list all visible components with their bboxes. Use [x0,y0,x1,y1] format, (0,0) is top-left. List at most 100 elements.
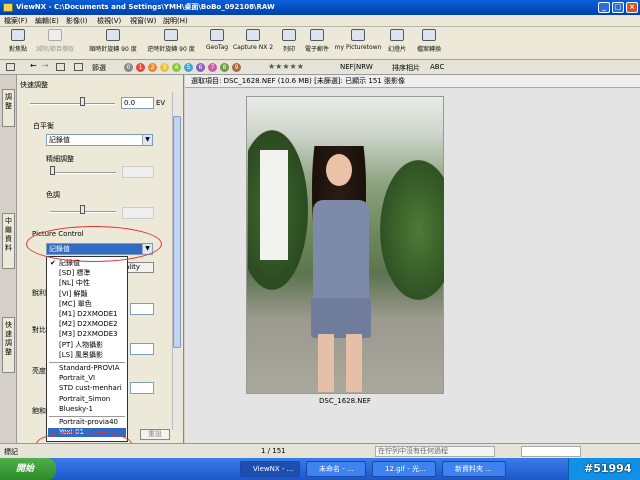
menu-image[interactable]: 影像(I) [66,16,88,26]
geotag-icon [210,29,224,41]
picturetown-button[interactable]: my Picturetown [334,29,382,51]
fine-tune-label: 精細調整 [46,155,74,163]
fine-tune-input[interactable] [122,166,154,178]
label-filter-8[interactable]: 8 [220,63,229,72]
tab-quick-adjust[interactable]: 快速調整 [2,317,15,373]
crop-icon [48,29,62,41]
exposure-input[interactable]: 0.0 [121,97,154,109]
browse-icon[interactable] [74,63,83,71]
print-icon [282,29,296,41]
white-balance-select[interactable]: 記錄值 ▼ [46,134,153,146]
label-filter-5[interactable]: 5 [184,63,193,72]
white-balance-label: 白平衡 [33,122,54,130]
dropdown-item[interactable]: [VI] 鮮豔 [59,290,88,299]
saturation-label: 飽和 [32,407,46,415]
contrast-input[interactable] [130,343,154,355]
maximize-button[interactable]: □ [612,2,624,13]
dropdown-item[interactable]: [MC] 單色 [59,300,92,309]
dropdown-item[interactable]: Portrait_Simon [59,395,110,404]
dropdown-separator [49,362,125,363]
side-tabs: 調整 中繼資料 快速調整 [0,75,17,443]
label-filter-9[interactable]: 9 [232,63,241,72]
rotate-cw-icon [106,29,120,41]
picture-control-dropdown: 記錄值 ✔ [SD] 標準 [NL] 中性 [VI] 鮮豔 [MC] 單色 [M1] D2X… [46,256,128,442]
task-viewnx[interactable]: ViewNX - ... [240,461,300,477]
sharpness-input[interactable] [130,303,154,315]
rating-filter[interactable]: ★★★★★ [268,62,304,71]
label-filter-4[interactable]: 4 [172,63,181,72]
email-button[interactable]: 電子郵件 [300,29,334,53]
dropdown-item[interactable]: [M1] D2XMODE1 [59,310,118,319]
menu-file[interactable]: 檔案(F) [4,16,28,26]
crop-button[interactable]: 減除/節目擷取 [30,29,80,53]
label-filter-0[interactable]: 0 [124,63,133,72]
dropdown-item[interactable]: [M2] D2XMODE2 [59,320,118,329]
status-bar: 1 / 151 在佇列中沒有任何過程 [185,443,640,458]
dropdown-item[interactable]: Portrait_VI [59,374,95,383]
page-counter: 1 / 151 [261,447,286,455]
menu-window[interactable]: 視窗(W) [130,16,156,26]
dropdown-item[interactable]: Portrait-provia40 [59,418,118,427]
file-convert-button[interactable]: 檔案轉換 [412,29,446,53]
label-filter-7[interactable]: 7 [208,63,217,72]
capture-nx-button[interactable]: Capture NX 2 [232,29,274,51]
minimize-button[interactable]: _ [598,2,610,13]
back-arrow-icon[interactable]: ← [30,61,37,70]
print-button[interactable]: 列印 [278,29,300,53]
picturetown-icon [351,29,365,41]
fine-tune-slider[interactable] [50,172,116,174]
focus-point-icon [11,29,25,41]
annotation-ellipse [26,226,162,262]
dropdown-item[interactable]: [NL] 中性 [59,279,90,288]
menu-view[interactable]: 檢視(V) [97,16,121,26]
task-gif[interactable]: 12.gif - 光... [372,461,436,477]
photo-subject-leg [318,334,334,392]
tab-metadata[interactable]: 中繼資料 [2,213,15,269]
reset-button[interactable]: 重設 [140,429,170,440]
file-convert-icon [422,29,436,41]
title-bar: ViewNX - C:\Documents and Settings\YMH\桌… [0,0,640,15]
main-toolbar: 對焦點 減除/節目擷取 順時針旋轉 90 度 逆時針旋轉 90 度 GeoTag… [0,27,640,60]
dropdown-item[interactable]: [SD] 標準 [59,269,91,278]
secondary-toolbar: ← → 節選 ★★★★★ NEF|NRW 排序相片 ABC 0123456789 [0,60,640,75]
hue-slider-knob[interactable] [80,205,85,214]
dropdown-item[interactable]: Standard-PROVIA [59,364,119,373]
dropdown-item[interactable]: STD cust-menhari [59,384,122,393]
geotag-button[interactable]: GeoTag [202,29,232,51]
label-filter-3[interactable]: 3 [160,63,169,72]
label-filter-2[interactable]: 2 [148,63,157,72]
brightness-input[interactable] [130,382,154,394]
start-button[interactable]: 開始 [0,458,56,480]
menu-help[interactable]: 說明(H) [163,16,188,26]
dropdown-item[interactable]: [PT] 人物攝影 [59,341,103,350]
exposure-unit: EV [156,99,166,107]
chevron-down-icon: ▼ [142,135,152,145]
exposure-slider-knob[interactable] [80,97,85,106]
label-filter-6[interactable]: 6 [196,63,205,72]
dropdown-item[interactable]: Bluesky-1 [59,405,93,414]
slideshow-icon [390,29,404,41]
task-new-folder[interactable]: 新資料夾 ... [442,461,506,477]
photo-subject-leg [346,334,362,392]
label-filter-1[interactable]: 1 [136,63,145,72]
slideshow-button[interactable]: 幻燈片 [384,29,410,53]
close-button[interactable]: × [626,2,638,13]
rotate-ccw-button[interactable]: 逆時針旋轉 90 度 [142,29,200,53]
grid-view-icon[interactable] [6,63,15,71]
sort-photos-button[interactable]: 排序相片 [392,63,420,73]
tab-adjust[interactable]: 調整 [2,89,15,127]
exposure-slider[interactable] [30,103,115,105]
rotate-cw-button[interactable]: 順時針旋轉 90 度 [84,29,142,53]
menu-edit[interactable]: 編輯(E) [35,16,59,26]
view-options-button[interactable]: ABC [430,63,444,71]
watermark: #51994 [584,462,632,475]
forward-arrow-icon[interactable]: → [42,61,49,70]
panel-scrollbar-thumb[interactable] [173,116,181,348]
folder-up-icon[interactable] [56,63,65,71]
task-untitled[interactable]: 未命名 - ... [306,461,366,477]
file-type-filter[interactable]: NEF|NRW [340,63,373,71]
fine-tune-slider-knob[interactable] [50,166,55,175]
hue-input[interactable] [122,207,154,219]
dropdown-item[interactable]: [LS] 風景攝影 [59,351,103,360]
dropdown-item[interactable]: [M3] D2XMODE3 [59,330,118,339]
